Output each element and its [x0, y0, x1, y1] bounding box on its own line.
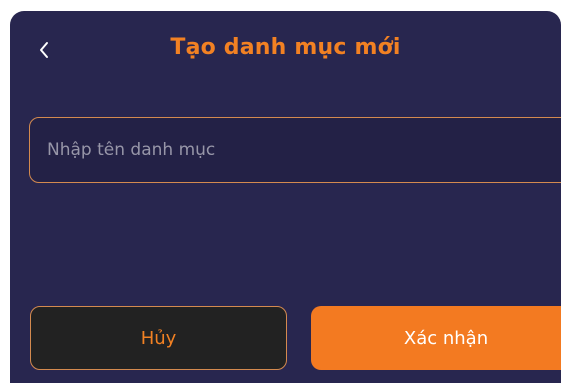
category-name-input[interactable]	[30, 118, 561, 182]
confirm-button[interactable]: Xác nhận	[311, 306, 561, 370]
cancel-button[interactable]: Hủy	[30, 306, 287, 370]
confirm-button-label: Xác nhận	[403, 327, 489, 349]
page-title: Tạo danh mục mới	[170, 35, 401, 60]
category-name-field[interactable]	[29, 117, 561, 183]
create-category-dialog: Tạo danh mục mới Hủy Xác nhận	[10, 11, 561, 383]
cancel-button-label: Hủy	[140, 327, 177, 349]
